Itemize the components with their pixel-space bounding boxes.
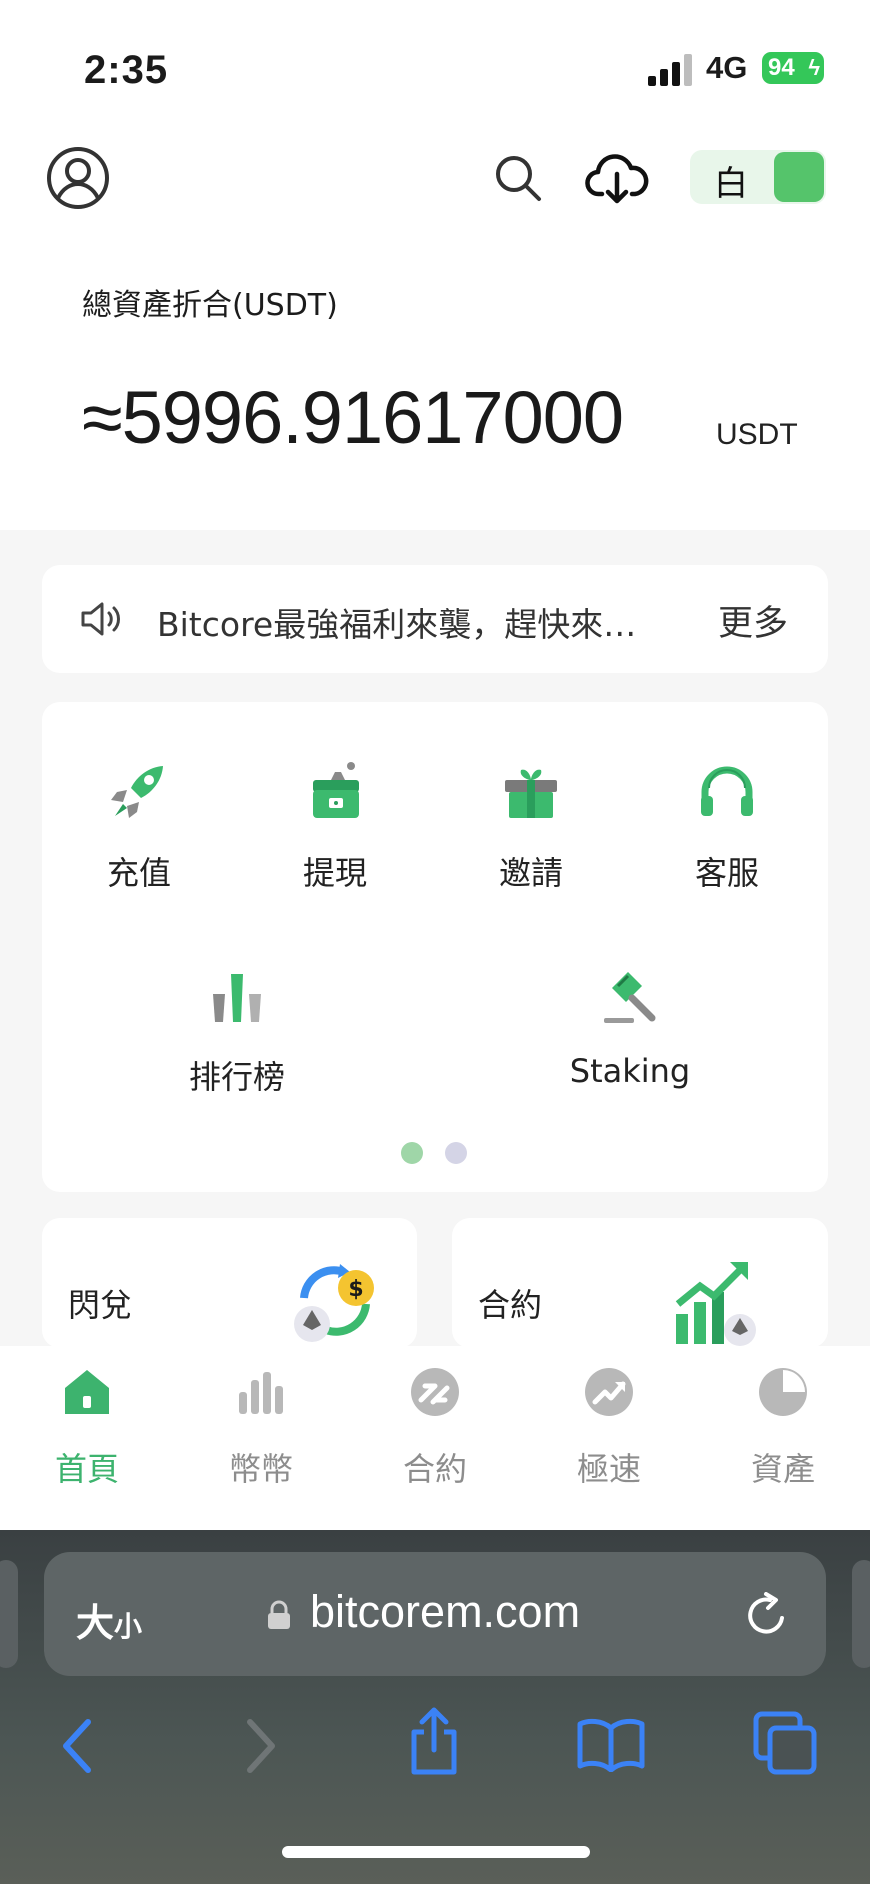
home-icon xyxy=(65,1370,109,1414)
tab-label: 幣幣 xyxy=(228,1450,293,1488)
url-text[interactable]: bitcorem.com xyxy=(310,1586,580,1638)
announcement-text: Bitcore最強福利來襲，趕快來… xyxy=(157,605,637,644)
headphones-icon xyxy=(701,766,753,816)
theme-toggle[interactable]: 白 xyxy=(690,150,826,204)
exchange-icon: $ xyxy=(294,1264,374,1342)
tabs-icon[interactable] xyxy=(752,1710,818,1776)
feature-card-futures[interactable]: 合約 xyxy=(452,1218,828,1348)
tab-label: 合約 xyxy=(402,1450,467,1488)
profile-icon[interactable] xyxy=(46,146,110,210)
quick-action-label: 客服 xyxy=(694,854,759,892)
tab-home[interactable]: 首頁 xyxy=(27,1366,147,1490)
quick-action-ranking[interactable]: 排行榜 xyxy=(167,964,307,1098)
quick-action-label: 提現 xyxy=(302,854,367,892)
feature-card-swap[interactable]: 閃兌 $ xyxy=(42,1218,417,1348)
text-size-large: 大 xyxy=(76,1601,115,1645)
bookmarks-icon[interactable] xyxy=(576,1716,646,1772)
total-assets-label: 總資產折合(USDT) xyxy=(82,288,338,323)
previous-tab-preview[interactable] xyxy=(0,1560,18,1668)
battery-level: 94 xyxy=(768,54,795,81)
reload-icon[interactable] xyxy=(744,1592,790,1638)
quick-actions-card: 充值 提現 邀請 客服 排行榜 Staking xyxy=(42,702,828,1192)
quick-action-label: Staking xyxy=(569,1052,691,1090)
total-assets-value: ≈5996.91617000 xyxy=(82,376,624,459)
quick-action-deposit[interactable]: 充值 xyxy=(69,760,209,894)
contract-icon xyxy=(411,1368,459,1416)
quick-action-label: 邀請 xyxy=(498,854,563,892)
tab-contract[interactable]: 合約 xyxy=(375,1366,495,1490)
share-icon[interactable] xyxy=(406,1706,462,1776)
quick-action-staking[interactable]: Staking xyxy=(560,964,700,1090)
feature-card-label: 閃兌 xyxy=(68,1286,133,1324)
svg-text:$: $ xyxy=(348,1277,363,1302)
back-icon[interactable] xyxy=(58,1716,98,1776)
announcement-bar[interactable]: Bitcore最強福利來襲，趕快來… 更多 xyxy=(42,565,828,673)
quick-action-label: 排行榜 xyxy=(188,1058,285,1096)
text-size-button[interactable]: 大小 xyxy=(76,1592,142,1647)
pager-dot-active[interactable] xyxy=(401,1142,423,1164)
hammer-icon xyxy=(604,972,656,1023)
speaker-icon xyxy=(81,602,120,636)
quick-action-withdraw[interactable]: 提現 xyxy=(265,760,405,894)
rocket-icon xyxy=(111,766,163,818)
feature-cards: 閃兌 $ 合約 xyxy=(42,1218,828,1348)
bottom-tab-bar: 首頁 幣幣 合約 極速 資產 xyxy=(0,1346,870,1530)
search-icon[interactable] xyxy=(490,150,546,206)
tab-spot[interactable]: 幣幣 xyxy=(201,1366,321,1490)
status-time: 2:35 xyxy=(84,48,169,92)
theme-toggle-knob xyxy=(774,152,824,202)
pie-icon xyxy=(759,1368,807,1416)
withdraw-icon xyxy=(313,762,359,818)
tab-label: 首頁 xyxy=(54,1450,119,1488)
ranking-icon xyxy=(213,974,261,1022)
download-icon[interactable] xyxy=(584,148,650,208)
trend-icon xyxy=(585,1368,633,1416)
signal-icon xyxy=(648,54,692,86)
quick-action-support[interactable]: 客服 xyxy=(657,760,797,894)
gift-icon xyxy=(505,769,557,818)
quick-action-label: 充值 xyxy=(106,854,171,892)
chart-up-icon xyxy=(675,1262,756,1346)
tab-label: 極速 xyxy=(576,1450,641,1488)
theme-toggle-label: 白 xyxy=(714,164,748,204)
quick-action-invite[interactable]: 邀請 xyxy=(461,760,601,894)
charging-icon: ϟ xyxy=(808,55,820,80)
bars-icon xyxy=(239,1372,283,1414)
home-indicator xyxy=(282,1846,590,1858)
lock-icon xyxy=(268,1600,290,1629)
tab-fast[interactable]: 極速 xyxy=(549,1366,669,1490)
pager-dot[interactable] xyxy=(445,1142,467,1164)
tab-assets[interactable]: 資產 xyxy=(723,1366,843,1490)
text-size-small: 小 xyxy=(114,1610,143,1643)
announcement-more-link[interactable]: 更多 xyxy=(718,595,788,646)
next-tab-preview[interactable] xyxy=(852,1560,870,1668)
total-assets-unit: USDT xyxy=(716,418,798,451)
forward-icon[interactable] xyxy=(240,1716,280,1776)
tab-label: 資產 xyxy=(750,1450,815,1488)
battery-indicator: 94 ϟ xyxy=(762,52,824,84)
feature-card-label: 合約 xyxy=(478,1286,543,1324)
network-type: 4G xyxy=(706,50,748,85)
